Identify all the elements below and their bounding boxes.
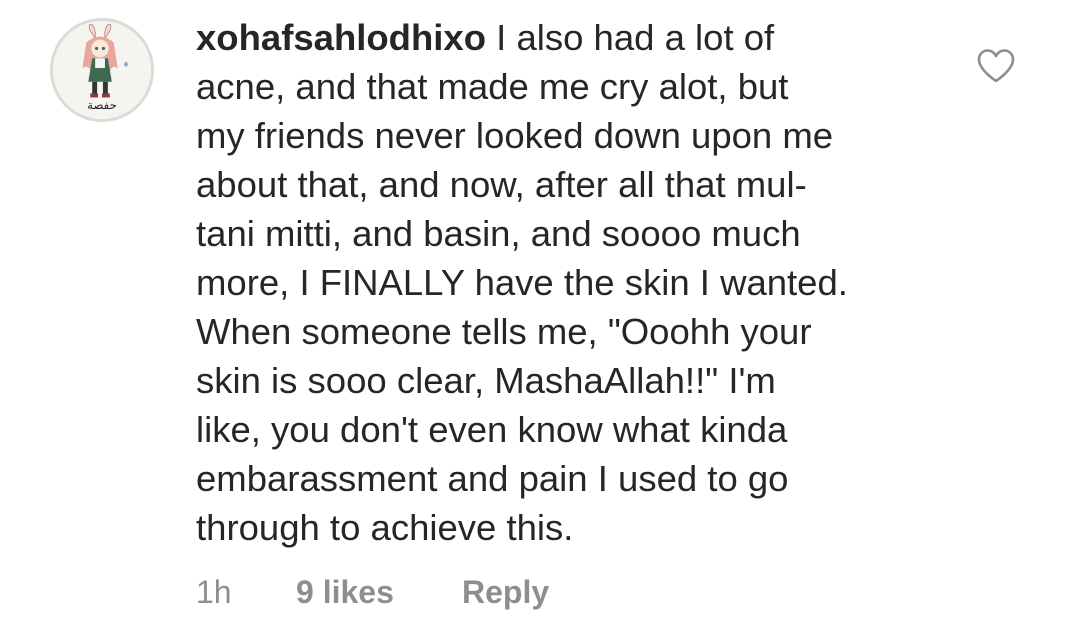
comment-text-line: skin is sooo clear, MashaAllah!!" I'm: [196, 360, 776, 401]
comment-text-line: through to achieve this.: [196, 507, 574, 548]
comment-body: xohafsahlodhixo I also had a lot of acne…: [196, 13, 956, 552]
comment-text-line: embarassment and pain I used to go: [196, 458, 789, 499]
heart-outline-icon[interactable]: [976, 48, 1016, 84]
comment-text-line: I also had a lot of: [496, 17, 775, 58]
comment-text-line: more, I FINALLY have the skin I wanted.: [196, 262, 848, 303]
username-link[interactable]: xohafsahlodhixo: [196, 17, 486, 58]
comment: حفصة xohafsahlodhixo I also had a lot of…: [0, 0, 1077, 644]
comment-text-line: When someone tells me, "Ooohh your: [196, 311, 812, 352]
comment-timestamp: 1h: [196, 574, 232, 610]
comment-line-1: xohafsahlodhixo I also had a lot of: [196, 13, 956, 62]
comment-text-line: my friends never looked down upon me: [196, 115, 834, 156]
comment-text-line: acne, and that made me cry alot, but: [196, 66, 789, 107]
comment-text-line: about that, and now, after all that mul-: [196, 164, 807, 205]
avatar-caption: حفصة: [87, 98, 117, 112]
likes-count-link[interactable]: 9 likes: [296, 570, 394, 614]
reply-button[interactable]: Reply: [462, 570, 549, 614]
avatar[interactable]: حفصة: [50, 18, 154, 122]
avatar-illustration: حفصة: [53, 21, 151, 119]
comment-text-line: tani mitti, and basin, and soooo much: [196, 213, 801, 254]
comment-text-line: like, you don't even know what kinda: [196, 409, 788, 450]
